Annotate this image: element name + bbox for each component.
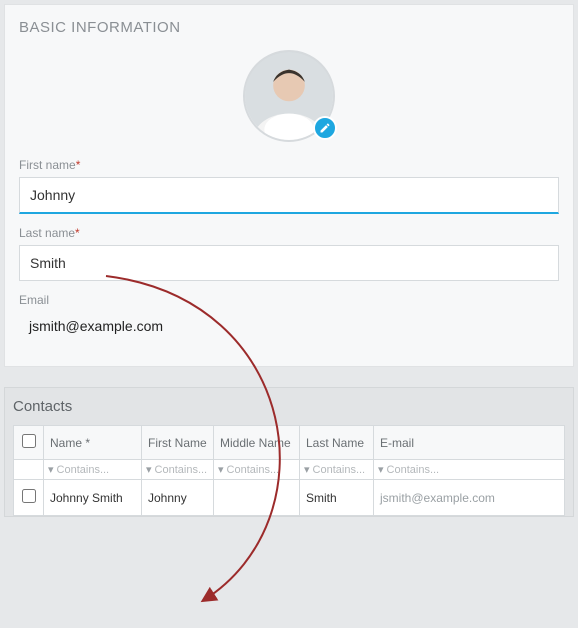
header-last[interactable]: Last Name	[300, 426, 374, 460]
header-name[interactable]: Name *	[44, 426, 142, 460]
header-email[interactable]: E-mail	[374, 426, 565, 460]
cell-email: jsmith@example.com	[374, 480, 565, 516]
first-name-field: First name*	[19, 158, 559, 214]
filter-icon: ▾	[146, 463, 152, 476]
header-row: Name * First Name Middle Name Last Name …	[14, 426, 565, 460]
email-label: Email	[19, 293, 559, 307]
avatar-container	[19, 50, 559, 142]
contacts-panel: Contacts Name * First Name Middle Name L…	[4, 387, 574, 517]
last-name-field: Last name*	[19, 226, 559, 281]
contacts-title: Contacts	[13, 398, 565, 415]
header-middle[interactable]: Middle Name	[214, 426, 300, 460]
email-field: Email jsmith@example.com	[19, 293, 559, 336]
contacts-table: Name * First Name Middle Name Last Name …	[13, 425, 565, 516]
filter-middle-input[interactable]	[227, 464, 295, 476]
table-row[interactable]: Johnny Smith Johnny Smith jsmith@example…	[14, 480, 565, 516]
filter-last-input[interactable]	[313, 464, 369, 476]
first-name-label: First name*	[19, 158, 559, 172]
cell-name: Johnny Smith	[44, 480, 142, 516]
header-first[interactable]: First Name	[142, 426, 214, 460]
filter-row: ▾ ▾ ▾ ▾ ▾	[14, 460, 565, 480]
last-name-input[interactable]	[19, 245, 559, 281]
cell-first: Johnny	[142, 480, 214, 516]
filter-name-input[interactable]	[57, 464, 137, 476]
cell-middle	[214, 480, 300, 516]
last-name-label: Last name*	[19, 226, 559, 240]
basic-info-panel: BASIC INFORMATION First name*	[4, 4, 574, 367]
row-checkbox-cell	[14, 480, 44, 516]
select-all-checkbox[interactable]	[22, 434, 36, 448]
filter-icon: ▾	[218, 463, 224, 476]
edit-avatar-button[interactable]	[313, 116, 337, 140]
pencil-icon	[319, 122, 331, 134]
email-value: jsmith@example.com	[19, 312, 559, 336]
filter-icon: ▾	[304, 463, 310, 476]
filter-first-input[interactable]	[155, 464, 209, 476]
first-name-input[interactable]	[19, 177, 559, 214]
filter-icon: ▾	[48, 463, 54, 476]
filter-email-input[interactable]	[387, 464, 560, 476]
header-checkbox-cell	[14, 426, 44, 460]
panel-title: BASIC INFORMATION	[19, 19, 559, 36]
filter-icon: ▾	[378, 463, 384, 476]
cell-last: Smith	[300, 480, 374, 516]
row-checkbox[interactable]	[22, 489, 36, 503]
